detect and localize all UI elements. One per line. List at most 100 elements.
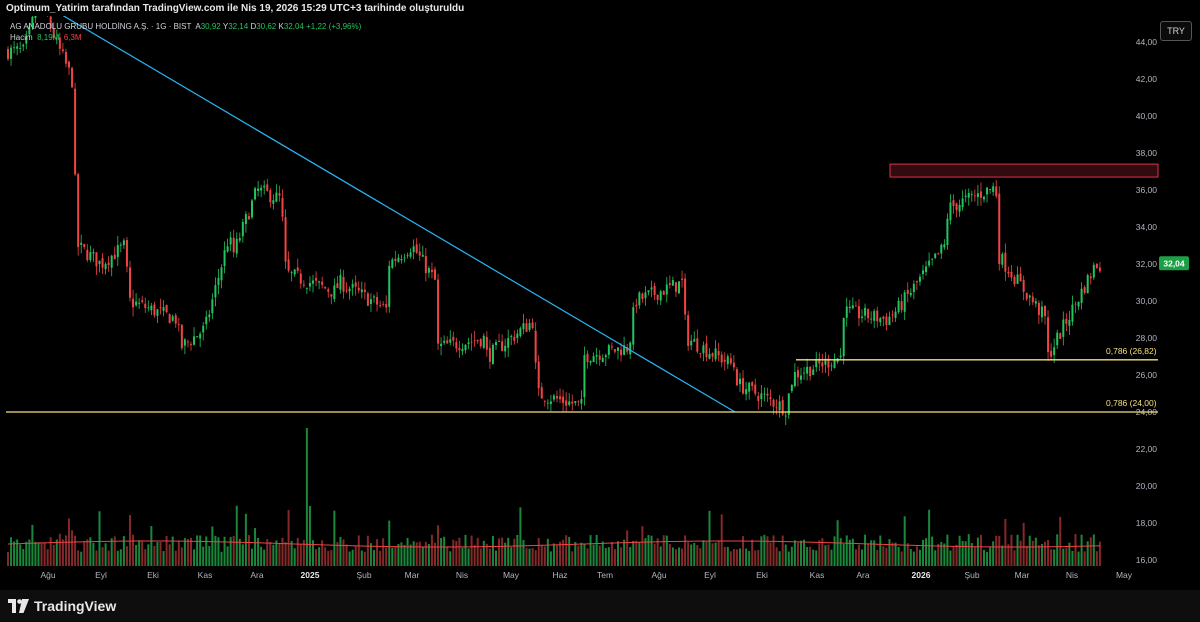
price-tick-label: 16,00 (1136, 555, 1158, 565)
candle-body (369, 299, 372, 305)
time-tick-label: Eki (756, 570, 768, 580)
candle-body (766, 393, 769, 396)
candle-body (168, 314, 171, 324)
volume-bar (717, 541, 720, 566)
candle-body (784, 415, 787, 417)
volume-bar (656, 538, 659, 566)
volume-bar (653, 543, 656, 566)
volume-bar (915, 546, 918, 566)
volume-bar (272, 544, 275, 566)
candle-body (470, 341, 473, 343)
candle-body (940, 244, 943, 254)
candle-body (1031, 296, 1034, 303)
volume-bar (379, 550, 382, 566)
volume-bar (449, 551, 452, 566)
volume-bar (803, 539, 806, 566)
price-tick-label: 42,00 (1136, 74, 1158, 84)
candle-body (251, 200, 253, 218)
volume-bar (202, 546, 205, 566)
volume-bar (1010, 534, 1013, 566)
tradingview-brand: TradingView (34, 598, 117, 614)
chart-area[interactable]: 48,0046,0044,0042,0040,0038,0036,0034,00… (0, 0, 1200, 590)
symbol-name[interactable]: AG ANADOLU GRUBU HOLDİNG A.Ş. · 1G · BIS… (10, 22, 191, 31)
candle-body (955, 203, 958, 211)
candle-body (473, 339, 476, 341)
candle-body (16, 46, 19, 49)
volume-bar (885, 547, 888, 566)
volume-bar (132, 534, 135, 566)
candle-body (333, 285, 336, 300)
volume-bar (345, 544, 348, 566)
candle-body (110, 255, 113, 268)
candle-body (830, 365, 833, 367)
candle-body (613, 349, 616, 352)
volume-bar (287, 510, 290, 566)
volume-bar (833, 536, 836, 566)
volume-bar (498, 538, 501, 566)
candle-body (211, 299, 214, 314)
volume-bar (857, 544, 860, 566)
volume-bar (745, 548, 748, 566)
candle-body (1044, 306, 1046, 317)
volume-bar (421, 547, 424, 566)
candle-body (98, 260, 101, 265)
candle-body (202, 325, 205, 333)
candle-body (867, 308, 870, 319)
candle-body (315, 277, 318, 281)
candle-body (1074, 303, 1077, 305)
volume-bar (681, 548, 684, 566)
candle-body (723, 359, 726, 362)
volume-bar (116, 550, 119, 566)
candle-body (1022, 279, 1025, 292)
candle-body (95, 252, 98, 267)
volume-bar (260, 546, 263, 566)
volume-bar (818, 540, 821, 566)
candle-body (1089, 276, 1092, 279)
candle-body (1050, 350, 1053, 357)
volume-bar (443, 536, 446, 566)
candle-body (848, 306, 851, 309)
volume-bar (315, 549, 318, 566)
volume-bar (824, 545, 827, 566)
last-price-label: 32,04 (1163, 258, 1185, 268)
candle-body (659, 291, 662, 301)
candle-body (199, 333, 202, 339)
candle-body (888, 316, 891, 326)
candle-body (861, 316, 863, 318)
price-chart[interactable]: 48,0046,0044,0042,0040,0038,0036,0034,00… (0, 0, 1200, 590)
candle-body (501, 341, 504, 351)
volume-bar (647, 535, 650, 566)
candle-body (498, 340, 501, 342)
candle-body (360, 289, 363, 293)
candle-body (366, 293, 369, 306)
candle-body (342, 276, 345, 292)
volume-bar (519, 507, 522, 566)
volume-bar (537, 537, 540, 566)
candle-body (229, 237, 232, 245)
volume-bar (861, 549, 863, 566)
candle-body (284, 217, 287, 262)
candle-body (674, 282, 677, 292)
volume-bar (635, 540, 638, 566)
currency-button[interactable]: TRY (1160, 21, 1192, 41)
volume-bar (702, 540, 705, 566)
candle-body (574, 401, 577, 403)
volume-bar (330, 550, 333, 566)
volume-bar (424, 541, 427, 566)
volume-bar (513, 538, 516, 566)
candle-body (147, 307, 150, 309)
candle-body (71, 67, 74, 88)
volume-bar (720, 514, 723, 566)
tradingview-logo[interactable]: TradingView (8, 596, 116, 616)
time-tick-label: Ara (250, 570, 264, 580)
volume-bar (1083, 551, 1086, 566)
volume-label[interactable]: Hacim (10, 33, 33, 42)
volume-bar (732, 548, 735, 566)
volume-bar (1056, 534, 1059, 566)
time-tick-label: Eyl (95, 570, 107, 580)
volume-bar (620, 547, 623, 566)
candle-body (882, 316, 885, 319)
volume-bar (278, 544, 281, 566)
candle-body (491, 344, 494, 365)
candle-body (1010, 271, 1013, 278)
